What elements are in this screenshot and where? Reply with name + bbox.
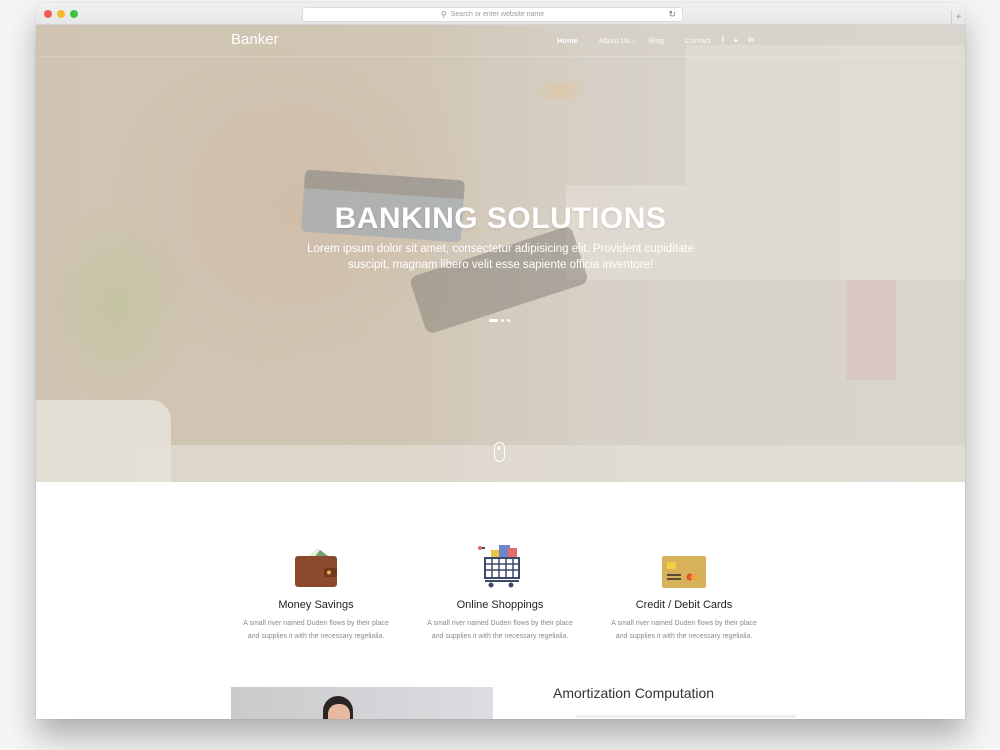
close-window-button[interactable] [44, 10, 52, 18]
hero-subtitle: Lorem ipsum dolor sit amet, consectetur … [307, 243, 694, 271]
maximize-window-button[interactable] [70, 10, 78, 18]
search-icon: ⚲ [440, 10, 447, 19]
screenshot-stage: ⚲ Search or enter website name ↻ + Banke… [0, 0, 1000, 750]
brand-logo[interactable]: Banker [231, 31, 279, 48]
address-bar[interactable]: ⚲ Search or enter website name ↻ [302, 7, 683, 22]
feature-card: Credit / Debit Cards A small river named… [605, 544, 763, 643]
credit-card-icon [605, 544, 763, 588]
browser-window: ⚲ Search or enter website name ↻ + Banke… [36, 3, 965, 719]
scroll-mouse-icon[interactable] [494, 442, 505, 462]
nav-item-blog[interactable]: Blog [649, 36, 664, 45]
nav-item-label: Blog [648, 36, 664, 45]
nav-item-contact[interactable]: Contact [685, 36, 711, 45]
feature-card: Money Savings A small river named Duden … [237, 544, 395, 643]
section-title: Amortization Computation [553, 685, 715, 701]
facebook-icon[interactable]: f [722, 37, 724, 45]
address-placeholder: Search or enter website name [450, 11, 545, 18]
plus-icon: + [955, 12, 962, 23]
features-section: Money Savings A small river named Duden … [36, 482, 965, 719]
section-text-placeholder [576, 715, 796, 718]
photo-person-face [328, 704, 350, 719]
reload-icon[interactable]: ↻ [668, 9, 676, 20]
hero-section: Banker Home About Us ⌄ Blog Contact f ✦ i… [36, 25, 965, 482]
twitter-icon[interactable]: ✦ [733, 37, 739, 45]
new-tab-button[interactable]: + [951, 10, 965, 25]
wallet-icon [237, 544, 395, 588]
feature-description: A small river named Duden flows by their… [611, 620, 757, 640]
feature-title: Online Shoppings [456, 599, 544, 611]
nav-item-home[interactable]: Home [557, 36, 578, 45]
hero-content: BANKING SOLUTIONS Lorem ipsum dolor sit … [36, 202, 965, 273]
main-navbar: Banker Home About Us ⌄ Blog Contact f ✦ i… [36, 25, 965, 57]
window-controls [44, 10, 78, 18]
chevron-down-icon: ⌄ [631, 38, 637, 44]
linkedin-icon[interactable]: in [748, 37, 754, 45]
browser-titlebar: ⚲ Search or enter website name ↻ + [36, 3, 965, 25]
shopping-cart-icon [421, 544, 579, 588]
team-member-photo [231, 687, 493, 719]
feature-description: A small river named Duden flows by their… [243, 620, 389, 640]
social-links: f ✦ in [722, 37, 754, 45]
nav-item-about-us[interactable]: About Us ⌄ [599, 36, 637, 45]
hero-title: BANKING SOLUTIONS [334, 202, 667, 235]
feature-description: A small river named Duden flows by their… [427, 620, 573, 640]
minimize-window-button[interactable] [57, 10, 65, 18]
carousel-dots [489, 319, 510, 322]
carousel-dot[interactable] [507, 319, 510, 322]
nav-item-label: Home [557, 36, 578, 45]
nav-item-label: Contact [684, 36, 711, 45]
feature-title: Money Savings [278, 599, 354, 611]
feature-card: Online Shoppings A small river named Dud… [421, 544, 579, 643]
nav-item-label: About Us [598, 36, 630, 45]
feature-title: Credit / Debit Cards [635, 599, 733, 611]
carousel-dot[interactable] [501, 319, 504, 322]
nav-menu: Home About Us ⌄ Blog Contact f ✦ in [557, 36, 754, 45]
carousel-dot[interactable] [489, 319, 498, 322]
